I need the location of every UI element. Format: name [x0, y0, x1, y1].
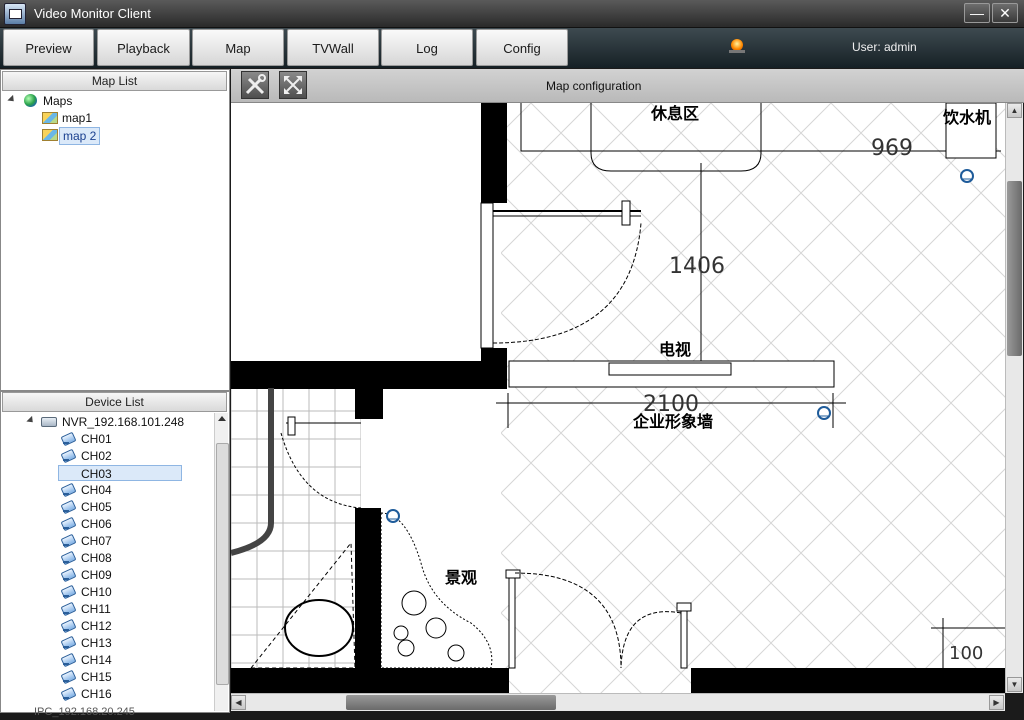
channel-item[interactable]: CH02 [81, 448, 112, 464]
channel-item[interactable]: CH11 [81, 601, 111, 617]
wall-label: 企业形象墙 [632, 412, 713, 431]
camera-icon [61, 602, 75, 615]
tree-root-maps[interactable]: Maps [43, 93, 72, 109]
camera-icon [61, 670, 75, 683]
nvr-icon [41, 417, 57, 427]
channel-item[interactable]: CH08 [81, 550, 112, 566]
dimension-100: 100 [949, 643, 983, 664]
map-config-title: Map configuration [546, 79, 642, 93]
tab-log[interactable]: Log [381, 29, 473, 66]
camera-icon [61, 619, 75, 632]
scroll-up-icon[interactable]: ▲ [1007, 103, 1022, 118]
dimension-969: 969 [871, 136, 913, 161]
water-label: 饮水机 [942, 108, 991, 127]
channel-item[interactable]: CH04 [81, 482, 112, 498]
map-item-map1[interactable]: map1 [62, 110, 92, 126]
device-list-header: Device List [2, 392, 227, 412]
device-list-panel [0, 391, 230, 713]
map-list-header: Map List [2, 71, 227, 91]
user-label: User: admin [852, 40, 917, 54]
channel-item[interactable]: CH09 [81, 567, 112, 583]
scrollbar-thumb[interactable] [216, 443, 229, 685]
camera-marker[interactable] [960, 169, 974, 183]
minimize-button[interactable]: — [964, 3, 990, 23]
close-button[interactable]: ✕ [992, 3, 1018, 23]
map-horizontal-scrollbar[interactable]: ◀ ▶ [231, 693, 1005, 711]
channel-item[interactable]: CH06 [81, 516, 112, 532]
channel-item[interactable]: CH07 [81, 533, 112, 549]
channel-item[interactable]: CH01 [81, 431, 112, 447]
camera-icon [61, 483, 75, 496]
scroll-left-icon[interactable]: ◀ [231, 695, 246, 710]
floor-plan-map[interactable]: 休息区 饮水机 969 1406 电视 2100 企业形象墙 景观 100 [231, 103, 1005, 693]
channel-item[interactable]: CH12 [81, 618, 112, 634]
tab-map[interactable]: Map [192, 29, 284, 66]
floor-plan-drawing: 休息区 饮水机 969 1406 电视 2100 企业形象墙 景观 100 [231, 103, 1005, 693]
tools-icon[interactable] [241, 71, 269, 99]
tab-playback[interactable]: Playback [97, 29, 190, 66]
map-vertical-scrollbar[interactable]: ▲ ▼ [1005, 103, 1023, 693]
title-bar: Video Monitor Client — ✕ [0, 0, 1024, 28]
camera-icon [61, 636, 75, 649]
camera-icon [61, 687, 75, 700]
map-toolbar: Map configuration [231, 69, 1024, 103]
globe-icon [24, 94, 37, 107]
device-list-scrollbar[interactable] [214, 413, 229, 711]
tab-preview[interactable]: Preview [3, 29, 94, 66]
window-title: Video Monitor Client [34, 6, 151, 21]
camera-icon [61, 653, 75, 666]
map-item-map2[interactable]: map 2 [59, 127, 101, 145]
camera-marker[interactable] [386, 509, 400, 523]
camera-icon [61, 517, 75, 530]
channel-item[interactable]: CH03 [58, 465, 182, 481]
dimension-1406: 1406 [669, 254, 725, 279]
camera-icon [61, 449, 75, 462]
scrollbar-thumb[interactable] [346, 695, 556, 710]
channel-item[interactable]: CH16 [81, 686, 112, 702]
camera-icon [61, 568, 75, 581]
channel-item[interactable]: CH10 [81, 584, 112, 600]
tv-label: 电视 [659, 340, 691, 359]
channel-item[interactable]: CH05 [81, 499, 112, 515]
fullscreen-icon[interactable] [279, 71, 307, 99]
alarm-icon[interactable] [729, 39, 745, 53]
scroll-right-icon[interactable]: ▶ [989, 695, 1004, 710]
camera-icon [61, 551, 75, 564]
channel-item[interactable]: CH14 [81, 652, 112, 668]
device-nvr[interactable]: NVR_192.168.101.248 [62, 414, 184, 430]
device-ipc[interactable]: IPC_192.168.20.245 [34, 704, 135, 720]
map-icon [42, 112, 58, 124]
camera-marker[interactable] [817, 406, 831, 420]
camera-icon [61, 500, 75, 513]
camera-icon [61, 534, 75, 547]
camera-icon [61, 432, 75, 445]
lounge-label: 休息区 [650, 104, 699, 123]
channel-item[interactable]: CH13 [81, 635, 112, 651]
tab-config[interactable]: Config [476, 29, 568, 66]
map-list-panel [0, 69, 230, 391]
landscape-label: 景观 [445, 568, 477, 587]
scrollbar-thumb[interactable] [1007, 181, 1022, 356]
channel-item[interactable]: CH15 [81, 669, 112, 685]
camera-icon [61, 585, 75, 598]
scroll-up-icon[interactable] [218, 416, 226, 421]
app-icon [4, 3, 26, 25]
tab-tvwall[interactable]: TVWall [287, 29, 379, 66]
scroll-down-icon[interactable]: ▼ [1007, 677, 1022, 692]
map-icon [42, 129, 58, 141]
